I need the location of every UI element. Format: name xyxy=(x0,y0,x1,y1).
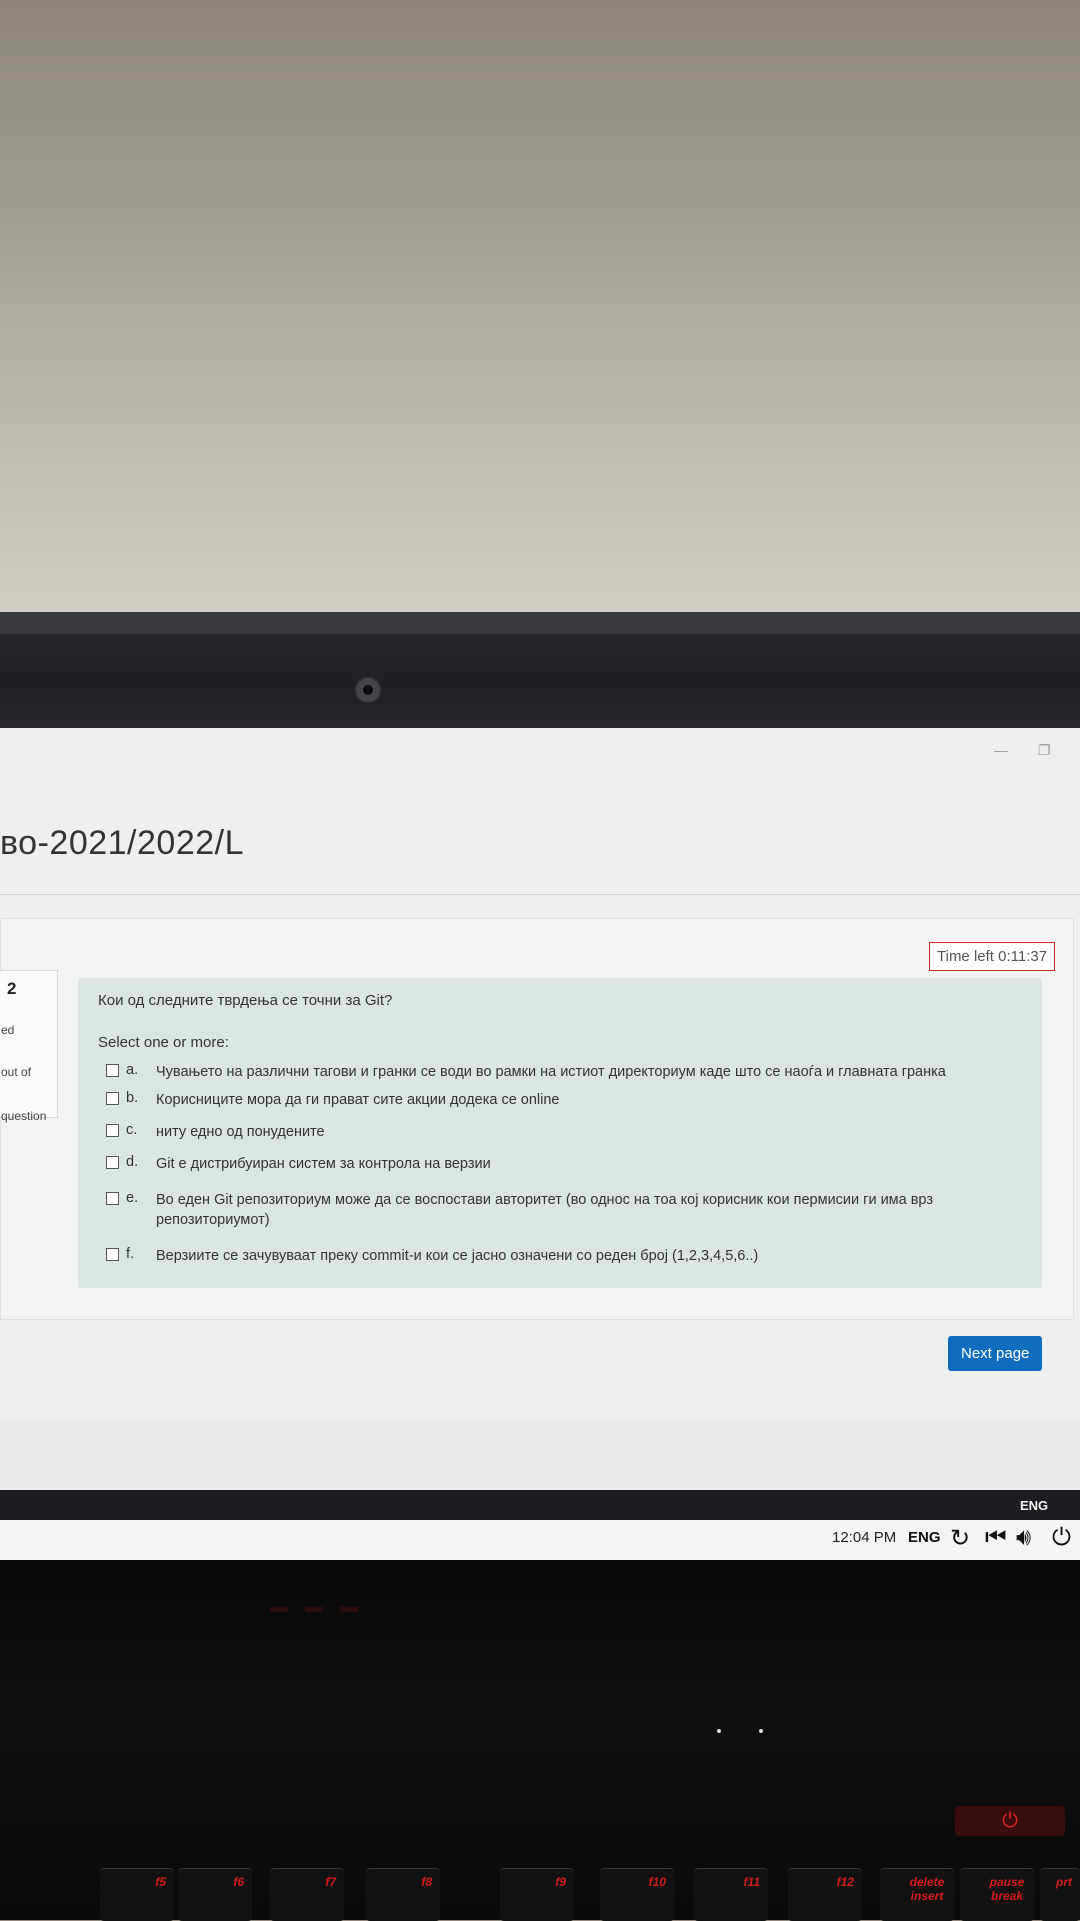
key-label: f8 xyxy=(421,1875,432,1889)
key-f9[interactable]: f9 xyxy=(500,1868,574,1921)
answer-prompt: Select one or more: xyxy=(98,1034,229,1051)
option-letter: d. xyxy=(126,1154,139,1170)
bezel-top-edge xyxy=(0,612,1080,634)
option-e-checkbox[interactable] xyxy=(106,1192,119,1205)
option-d-checkbox[interactable] xyxy=(106,1156,119,1169)
key-label: prt xyxy=(1056,1875,1072,1889)
option-letter: f. xyxy=(126,1246,135,1262)
question-box: Кои од следните тврдења се точни за Git?… xyxy=(78,978,1042,1288)
key-delete[interactable]: delete insert xyxy=(880,1868,954,1921)
language-indicator-top[interactable]: ENG xyxy=(1020,1498,1048,1513)
status-light xyxy=(717,1729,721,1733)
key-f6[interactable]: f6 xyxy=(178,1868,252,1921)
question-status: ed xyxy=(1,1023,15,1037)
question-info-block: 2 ed out of question xyxy=(0,970,58,1123)
question-marks: out of xyxy=(1,1065,32,1079)
webcam xyxy=(354,676,382,704)
quiz-timer: Time left 0:11:37 xyxy=(929,942,1056,971)
volume-icon[interactable]: 🔊︎ xyxy=(1016,1524,1031,1552)
option-text: Чувањето на различни тагови и гранки се … xyxy=(156,1064,946,1080)
status-light xyxy=(759,1729,763,1733)
key-label: f5 xyxy=(155,1875,166,1889)
key-f7[interactable]: f7 xyxy=(270,1868,344,1921)
key-f8[interactable]: f8 xyxy=(366,1868,440,1921)
key-label: f9 xyxy=(555,1875,566,1889)
browser-screen: — ❐ во-2021/2022/L Time left 0:11:37 2 e… xyxy=(0,728,1080,1490)
key-label: f12 xyxy=(836,1875,854,1889)
key-label: pause break xyxy=(989,1875,1025,1903)
power-icon[interactable]: ⏻ xyxy=(1052,1524,1071,1552)
key-f10[interactable]: f10 xyxy=(600,1868,674,1921)
title-divider xyxy=(0,894,1080,895)
laptop-keyboard-area xyxy=(0,1560,1080,1920)
option-text: Корисниците мора да ги прават сите акции… xyxy=(156,1092,560,1108)
key-label: delete insert xyxy=(909,1875,945,1903)
wall-background xyxy=(0,0,1080,615)
language-indicator[interactable]: ENG xyxy=(908,1529,941,1546)
key-label: f11 xyxy=(743,1875,760,1889)
key-label: f7 xyxy=(325,1875,336,1889)
option-text: Верзиите се зачувуваат преку commit-и ко… xyxy=(156,1248,759,1264)
restore-icon[interactable]: ❐ xyxy=(1038,742,1051,759)
flag-question[interactable]: question xyxy=(1,1109,46,1123)
minimize-icon[interactable]: — xyxy=(994,742,1008,758)
option-text: ниту едно од понудените xyxy=(156,1124,325,1140)
key-f11[interactable]: f11 xyxy=(694,1868,768,1921)
key-label: f10 xyxy=(648,1875,666,1889)
question-text: Кои од следните тврдења се точни за Git? xyxy=(98,992,393,1009)
course-title: во-2021/2022/L xyxy=(0,824,244,862)
key-prt[interactable]: prt xyxy=(1040,1868,1080,1921)
top-taskbar xyxy=(0,1490,1080,1520)
option-letter: b. xyxy=(126,1090,139,1106)
page-footer-area xyxy=(0,1420,1080,1490)
key-f5[interactable]: f5 xyxy=(100,1868,174,1921)
option-letter: a. xyxy=(126,1062,139,1078)
option-text: Во еден Git репозиториум може да се восп… xyxy=(156,1192,933,1228)
question-number: 2 xyxy=(7,979,17,998)
option-b-checkbox[interactable] xyxy=(106,1092,119,1105)
key-label: f6 xyxy=(233,1875,244,1889)
skip-back-icon[interactable]: ⏮ xyxy=(985,1524,1007,1552)
next-page-button[interactable]: Next page xyxy=(948,1336,1043,1371)
option-text: Git е дистрибуиран систем за контрола на… xyxy=(156,1156,491,1172)
refresh-icon[interactable]: ↻ xyxy=(950,1524,970,1553)
option-a-checkbox[interactable] xyxy=(106,1064,119,1077)
option-letter: c. xyxy=(126,1122,138,1138)
power-key[interactable]: ⏻ xyxy=(955,1806,1065,1836)
option-f-checkbox[interactable] xyxy=(106,1248,119,1261)
laptop-logo: ▬ ▬ ▬ xyxy=(270,1596,365,1616)
key-f12[interactable]: f12 xyxy=(788,1868,862,1921)
option-letter: e. xyxy=(126,1190,139,1206)
key-pause[interactable]: pause break xyxy=(960,1868,1034,1921)
option-c-checkbox[interactable] xyxy=(106,1124,119,1137)
taskbar-clock[interactable]: 12:04 PM xyxy=(832,1529,896,1546)
